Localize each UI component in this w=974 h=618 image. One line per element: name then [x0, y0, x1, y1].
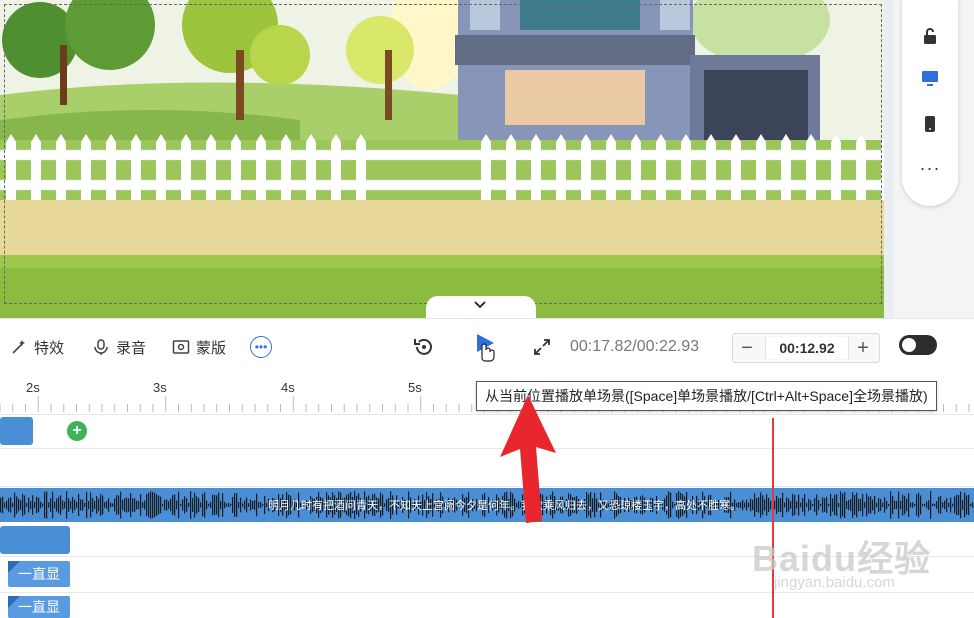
timeline-toolbar: 特效 录音 蒙版 ••• 00:17.82/00:22.93 − 00:12.9…: [0, 318, 974, 377]
mask-icon: [172, 340, 190, 354]
tick-label: 4s: [281, 380, 295, 395]
fullscreen-icon: [534, 339, 550, 355]
more-icon[interactable]: ···: [920, 158, 940, 178]
scene-canvas[interactable]: [0, 0, 894, 318]
always-show-clip[interactable]: 一直显: [8, 596, 70, 618]
watermark-sub: jingyan.baidu.com: [774, 574, 895, 591]
fullscreen-button[interactable]: [532, 335, 552, 359]
record-label: 录音: [116, 339, 147, 357]
decrease-button[interactable]: −: [733, 334, 761, 362]
toggle-knob: [902, 338, 916, 352]
collapse-panel-button[interactable]: [426, 296, 536, 318]
phone-icon[interactable]: [920, 114, 940, 134]
track-row: [0, 414, 974, 449]
replay-icon: [414, 338, 432, 355]
tick-label: 2s: [26, 380, 40, 395]
clip[interactable]: [0, 526, 70, 554]
effects-label: 特效: [34, 339, 65, 357]
effects-button[interactable]: 特效: [10, 335, 64, 359]
more-options-button[interactable]: •••: [250, 336, 272, 358]
duration-stepper: − 00:12.92 +: [732, 333, 880, 363]
tick-label: 5s: [408, 380, 422, 395]
play-icon: [477, 334, 495, 362]
always-show-clip[interactable]: 一直显: [8, 561, 70, 587]
time-readout: 00:17.82/00:22.93: [570, 338, 700, 355]
add-clip-button[interactable]: +: [67, 421, 87, 441]
chevron-down-icon: [474, 301, 486, 309]
replay-button[interactable]: [412, 335, 436, 359]
watermark: Baidu经验 jingyan.baidu.com: [752, 530, 972, 610]
effects-icon: [12, 340, 25, 354]
audio-track[interactable]: 明月几时有把酒问青天，不知天上宫阙今夕是何年。我欲乘风归去，又恐琼楼玉宇，高处不…: [0, 488, 974, 522]
microphone-icon: [94, 339, 108, 355]
desktop-icon[interactable]: [920, 68, 940, 88]
tick-label: 3s: [153, 380, 167, 395]
toggle-switch[interactable]: [899, 335, 937, 355]
play-button[interactable]: [474, 334, 500, 362]
duration-input[interactable]: 00:12.92: [765, 337, 849, 359]
increase-button[interactable]: +: [849, 334, 877, 362]
clip[interactable]: [0, 417, 33, 445]
record-button[interactable]: 录音: [92, 335, 146, 359]
annotation-arrow: [500, 395, 556, 523]
view-toolbar: ···: [902, 0, 958, 206]
track-row: [0, 448, 974, 487]
mask-label: 蒙版: [196, 339, 227, 357]
canvas-boundary: [4, 4, 882, 304]
unlock-icon[interactable]: [920, 26, 940, 46]
mask-button[interactable]: 蒙版: [172, 335, 226, 359]
